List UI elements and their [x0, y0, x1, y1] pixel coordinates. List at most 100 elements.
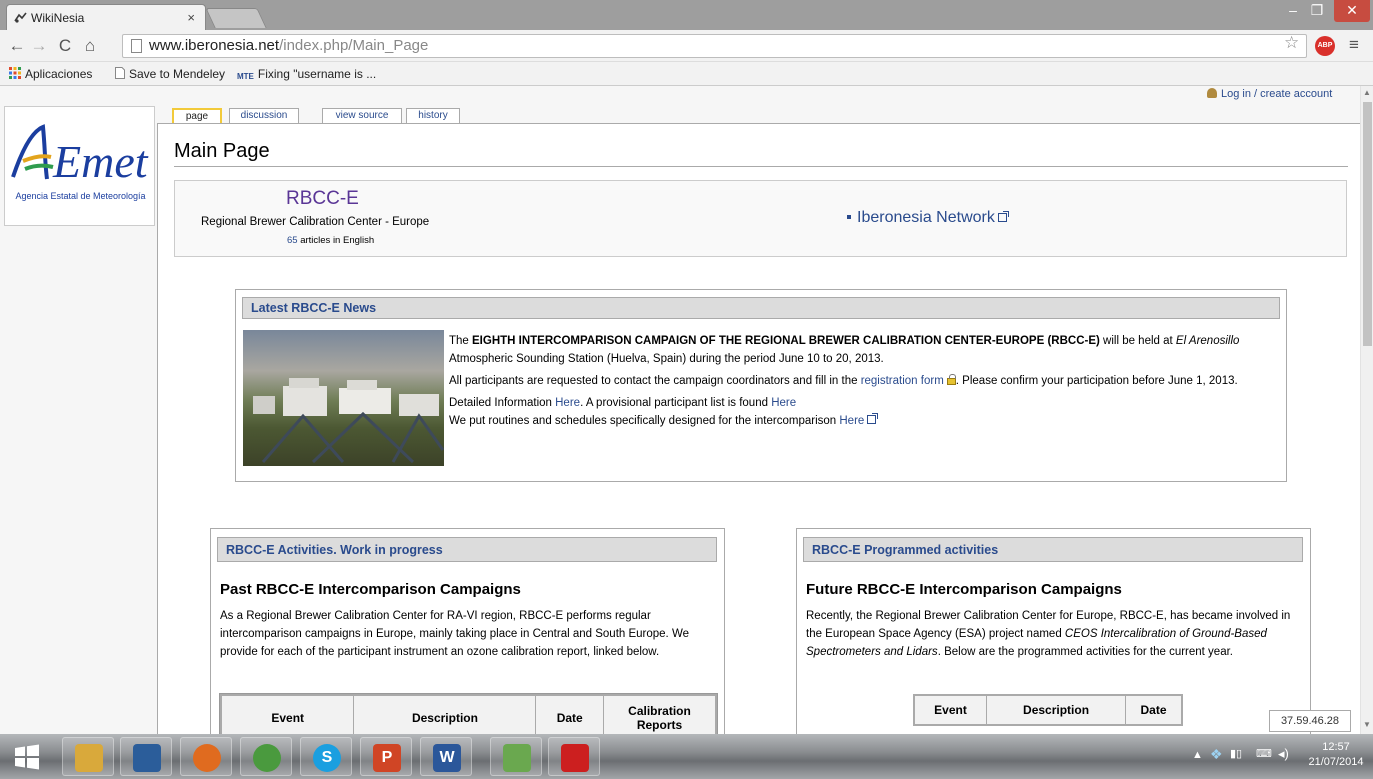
network-icon[interactable]: ▮▯	[1230, 747, 1242, 760]
scroll-thumb[interactable]	[1363, 102, 1372, 346]
reload-icon[interactable]: C	[54, 35, 76, 57]
logo-caption: Agencia Estatal de Meteorología	[15, 191, 146, 201]
tab-discussion[interactable]: discussion	[229, 108, 299, 124]
chrome-icon	[253, 744, 281, 772]
future-campaigns-heading: Future RBCC-E Intercomparison Campaigns	[806, 581, 1122, 598]
title-divider	[174, 166, 1348, 167]
table-header: Date	[1125, 694, 1183, 726]
word-icon: W	[433, 744, 461, 772]
minimize-button[interactable]: –	[1282, 0, 1304, 22]
url-path: /index.php/Main_Page	[279, 37, 429, 54]
scroll-down-icon[interactable]: ▼	[1363, 720, 1371, 729]
powerpoint-taskbar-button[interactable]: P	[360, 737, 412, 776]
personal-tools[interactable]: Log in / create account	[1207, 88, 1332, 100]
bookmark-fixing-username[interactable]: MTE Fixing "username is ...	[237, 67, 376, 81]
news-paragraph-4: We put routines and schedules specifical…	[449, 412, 1279, 430]
skype-taskbar-button[interactable]: S	[300, 737, 352, 776]
site-header-box: RBCC-E Regional Brewer Calibration Cente…	[174, 180, 1347, 257]
external-link-icon	[997, 211, 1009, 222]
news-text: The EIGHTH INTERCOMPARISON CAMPAIGN OF T…	[449, 332, 1279, 430]
acrobat-taskbar-button[interactable]	[548, 737, 600, 776]
browser-tab-wikinesia[interactable]: WikiNesia ×	[6, 4, 206, 30]
past-campaigns-table: Event Description Date Calibration Repor…	[219, 693, 718, 734]
file-explorer-taskbar-button[interactable]	[62, 737, 114, 776]
home-icon[interactable]: ⌂	[79, 35, 101, 57]
star-icon[interactable]: ☆	[1284, 33, 1299, 53]
remote-desktop-icon	[133, 744, 161, 772]
tab-page[interactable]: page	[172, 108, 222, 124]
adblock-plus-icon[interactable]: ABP	[1315, 36, 1335, 56]
table-header: Date	[535, 694, 604, 734]
news-heading[interactable]: Latest RBCC-E News	[242, 297, 1280, 319]
bookmark-mendeley[interactable]: Save to Mendeley	[115, 67, 225, 81]
participant-list-link[interactable]: Here	[771, 397, 796, 409]
firefox-taskbar-button[interactable]	[180, 737, 232, 776]
tab-close-icon[interactable]: ×	[187, 10, 195, 25]
news-paragraph-1: The EIGHTH INTERCOMPARISON CAMPAIGN OF T…	[449, 335, 1240, 365]
programmed-heading[interactable]: RBCC-E Programmed activities	[803, 537, 1303, 562]
volume-icon[interactable]: ◂)	[1278, 746, 1289, 762]
powerpoint-icon: P	[373, 744, 401, 772]
page-scrollbar[interactable]: ▲ ▼	[1360, 86, 1373, 734]
table-header: Description	[986, 694, 1127, 726]
news-paragraph-2: All participants are requested to contac…	[449, 374, 1238, 387]
editor-icon	[503, 744, 531, 772]
past-campaigns-heading: Past RBCC-E Intercomparison Campaigns	[220, 581, 521, 598]
keyboard-icon[interactable]: ⌨	[1256, 747, 1272, 760]
page-icon	[131, 39, 142, 53]
editor-taskbar-button[interactable]	[490, 737, 542, 776]
detailed-info-link[interactable]: Here	[555, 397, 580, 409]
ip-address-tooltip: 37.59.46.28	[1269, 710, 1351, 732]
future-campaigns-table: Event Description Date	[913, 694, 1183, 726]
windows-start-icon[interactable]	[14, 744, 40, 770]
chrome-taskbar-button[interactable]	[240, 737, 292, 776]
new-tab-button[interactable]	[205, 8, 267, 28]
hamburger-menu-icon[interactable]: ≡	[1349, 35, 1359, 55]
tab-history[interactable]: history	[406, 108, 460, 124]
routines-link[interactable]: Here	[839, 415, 864, 427]
activities-heading[interactable]: RBCC-E Activities. Work in progress	[217, 537, 717, 562]
news-paragraph-3: Detailed Information Here. A provisional…	[449, 397, 797, 409]
future-campaigns-text: Recently, the Regional Brewer Calibratio…	[806, 610, 1291, 658]
login-link[interactable]: Log in / create account	[1221, 88, 1332, 100]
taskbar-clock[interactable]: 12:57 21/07/2014	[1303, 740, 1369, 770]
wikinesia-favicon-icon	[14, 12, 27, 23]
brewer-instruments-photo	[243, 330, 444, 466]
scroll-up-icon[interactable]: ▲	[1363, 88, 1371, 97]
url-host: www.iberonesia.net	[149, 37, 280, 54]
registration-form-link[interactable]: registration form	[861, 375, 944, 387]
address-bar[interactable]: www.iberonesia.net/index.php/Main_Page	[122, 34, 1307, 58]
acrobat-icon	[561, 744, 589, 772]
table-header: Description	[353, 694, 537, 734]
bookmark-apps[interactable]: Aplicaciones	[9, 67, 92, 81]
file-explorer-icon	[75, 744, 103, 772]
tray-expand-icon[interactable]: ▲	[1192, 749, 1203, 761]
lock-icon	[946, 374, 956, 385]
remote-desktop-taskbar-button[interactable]	[120, 737, 172, 776]
back-arrow-icon[interactable]: ←	[6, 35, 28, 57]
apps-grid-icon	[9, 67, 21, 79]
user-icon	[1207, 88, 1217, 98]
site-name: RBCC-E	[286, 188, 359, 209]
table-header: Calibration Reports	[602, 694, 717, 734]
bookmark-label: Save to Mendeley	[129, 67, 226, 81]
programmed-panel: RBCC-E Programmed activities Future RBCC…	[796, 528, 1311, 734]
word-taskbar-button[interactable]: W	[420, 737, 472, 776]
table-header-row: Event Description Date Calibration Repor…	[220, 694, 717, 734]
mte-icon: MTE	[237, 72, 254, 81]
site-subtitle: Regional Brewer Calibration Center - Eur…	[201, 216, 430, 228]
site-logo[interactable]: Emet Agencia Estatal de Meteorología	[4, 106, 155, 226]
news-panel: Latest RBCC-E News The EIGHTH INTERCOMPA…	[235, 289, 1287, 482]
close-window-button[interactable]: ✕	[1334, 0, 1370, 22]
dropbox-icon[interactable]: ❖	[1210, 746, 1223, 763]
clock-time: 12:57	[1322, 741, 1350, 753]
forward-arrow-icon[interactable]: →	[28, 35, 50, 57]
skype-icon: S	[313, 744, 341, 772]
maximize-button[interactable]: ❐	[1304, 0, 1330, 22]
article-count-link[interactable]: 65	[287, 235, 298, 246]
activities-panel: RBCC-E Activities. Work in progress Past…	[210, 528, 725, 734]
iberonesia-network-link[interactable]: Iberonesia Network	[847, 209, 1009, 227]
content-area: Main Page RBCC-E Regional Brewer Calibra…	[157, 123, 1360, 734]
tab-view-source[interactable]: view source	[322, 108, 402, 124]
tab-title: WikiNesia	[31, 11, 85, 25]
